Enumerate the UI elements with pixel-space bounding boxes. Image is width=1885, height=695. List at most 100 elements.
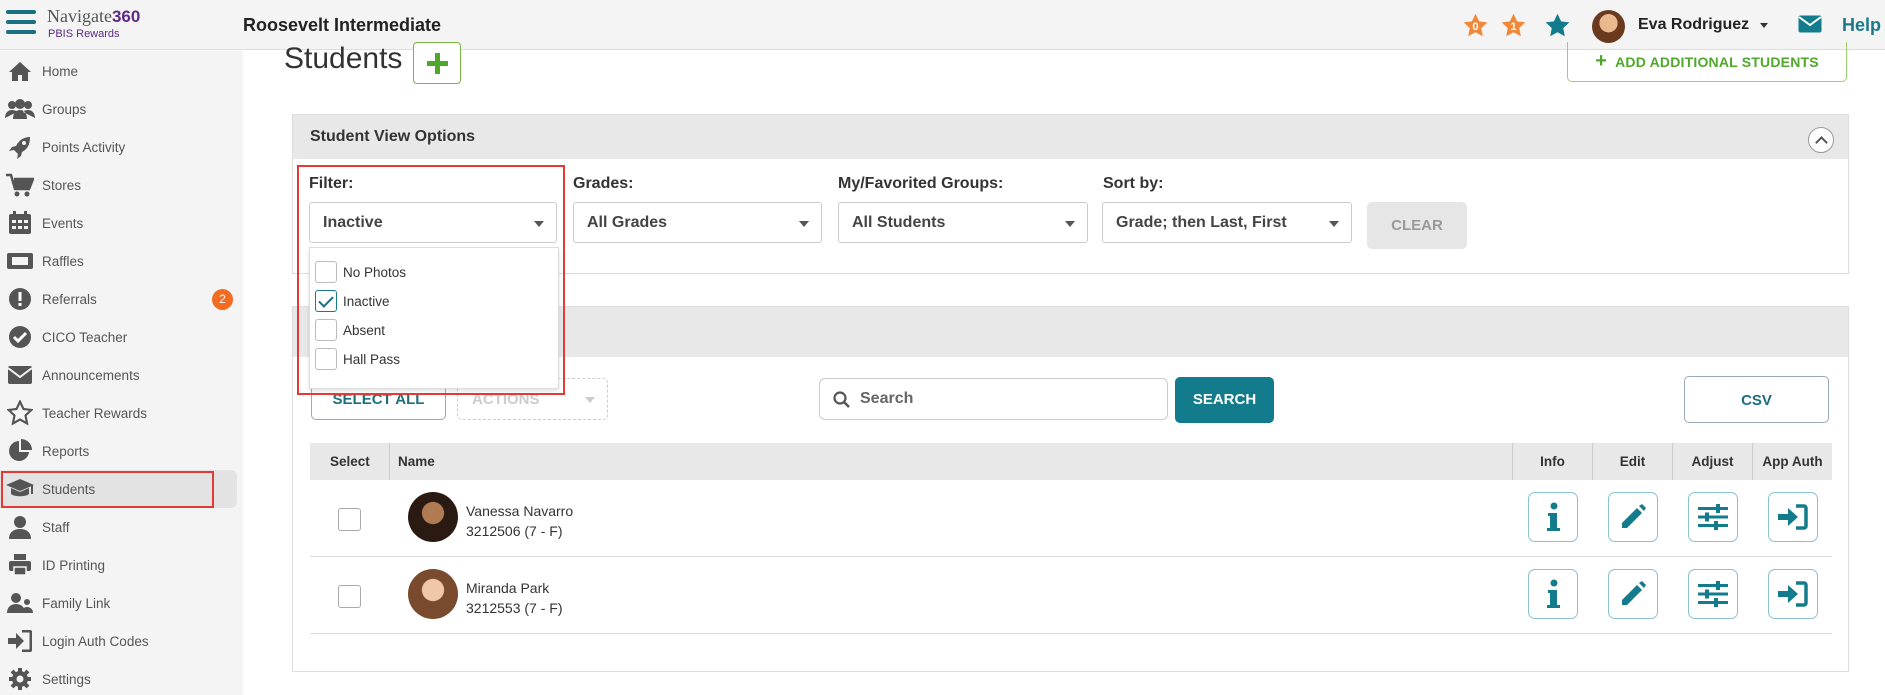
clear-button[interactable]: CLEAR — [1367, 202, 1467, 249]
sidebar-item-reports[interactable]: Reports — [0, 432, 237, 470]
search-button[interactable]: SEARCH — [1175, 377, 1274, 423]
sidebar-item-settings[interactable]: Settings — [0, 660, 237, 695]
cart-icon — [5, 172, 35, 198]
adjust-button[interactable] — [1688, 492, 1738, 542]
column-header-edit: Edit — [1592, 443, 1672, 480]
column-header-name: Name — [389, 443, 435, 480]
info-button[interactable] — [1528, 569, 1578, 619]
pencil-icon — [1622, 504, 1646, 528]
table-row: Vanessa Navarro 3212506 (7 - F) — [310, 480, 1832, 557]
groups-select[interactable]: All Students — [838, 202, 1088, 243]
sidebar-item-label: Raffles — [42, 253, 84, 269]
add-additional-label: ADD ADDITIONAL STUDENTS — [1615, 53, 1819, 70]
sort-select[interactable]: Grade; then Last, First — [1102, 202, 1352, 243]
calendar-icon — [5, 210, 35, 236]
logo: Navigate360 PBIS Rewards — [47, 6, 140, 40]
star-icon — [5, 400, 35, 426]
sidebar-item-label: Staff — [42, 519, 70, 535]
student-name: Miranda Park — [466, 580, 550, 596]
home-icon — [5, 58, 35, 84]
sidebar-item-id-printing[interactable]: ID Printing — [0, 546, 237, 584]
star-badge-icon[interactable]: 1 — [1500, 12, 1527, 39]
column-header-adjust: Adjust — [1672, 443, 1752, 480]
plus-icon: + — [1595, 50, 1608, 72]
user-avatar[interactable] — [1592, 10, 1625, 43]
search-input[interactable] — [860, 387, 1150, 411]
sort-value: Grade; then Last, First — [1116, 214, 1287, 231]
table-header: Select Name Info Edit Adjust App Auth — [310, 443, 1832, 480]
check-circle-icon — [5, 324, 35, 350]
star-badge-icon[interactable]: 0 — [1462, 12, 1489, 39]
pie-chart-icon — [5, 438, 35, 464]
info-icon — [1547, 579, 1560, 608]
chevron-down-icon[interactable] — [1760, 23, 1768, 28]
row-select-checkbox[interactable] — [338, 585, 361, 608]
chevron-down-icon — [1329, 221, 1339, 227]
sliders-icon — [1698, 504, 1728, 530]
search-field[interactable] — [819, 378, 1168, 420]
add-additional-students-button[interactable]: + ADD ADDITIONAL STUDENTS — [1567, 42, 1847, 82]
sidebar-item-label: Points Activity — [42, 139, 126, 155]
app-auth-button[interactable] — [1768, 492, 1818, 542]
sidebar-item-events[interactable]: Events — [0, 204, 237, 242]
sign-in-icon — [1778, 504, 1808, 530]
sidebar-item-cico-teacher[interactable]: CICO Teacher — [0, 318, 237, 356]
groups-value: All Students — [852, 214, 946, 231]
sidebar-item-family-link[interactable]: Family Link — [0, 584, 237, 622]
adjust-button[interactable] — [1688, 569, 1738, 619]
school-name: Roosevelt Intermediate — [243, 15, 442, 35]
sign-in-icon — [1778, 581, 1808, 607]
pencil-icon — [1622, 581, 1646, 605]
student-id: 3212506 (7 - F) — [466, 523, 563, 539]
logo-text: Navigate — [47, 6, 112, 26]
student-avatar — [408, 569, 458, 619]
groups-icon — [5, 96, 35, 122]
sidebar-item-label: Home — [42, 63, 79, 79]
sidebar-item-staff[interactable]: Staff — [0, 508, 237, 546]
sidebar: Home Groups Points Activity Stores Event… — [0, 51, 243, 695]
help-link[interactable]: Help — [1842, 15, 1881, 36]
sidebar-item-raffles[interactable]: Raffles — [0, 242, 237, 280]
sidebar-item-announcements[interactable]: Announcements — [0, 356, 237, 394]
svg-text:1: 1 — [1510, 21, 1516, 33]
edit-button[interactable] — [1608, 569, 1658, 619]
svg-text:0: 0 — [1472, 21, 1478, 33]
edit-button[interactable] — [1608, 492, 1658, 542]
sidebar-item-label: Login Auth Codes — [42, 633, 149, 649]
sidebar-item-home[interactable]: Home — [0, 52, 237, 90]
logo-number: 360 — [111, 7, 141, 26]
hamburger-menu-icon[interactable] — [6, 10, 36, 38]
sidebar-item-label: Events — [42, 215, 84, 231]
sidebar-item-label: ID Printing — [42, 557, 106, 573]
sidebar-item-login-auth-codes[interactable]: Login Auth Codes — [0, 622, 237, 660]
sidebar-item-points-activity[interactable]: Points Activity — [0, 128, 237, 166]
sidebar-item-groups[interactable]: Groups — [0, 90, 237, 128]
app-auth-button[interactable] — [1768, 569, 1818, 619]
row-select-checkbox[interactable] — [338, 508, 361, 531]
sidebar-item-label: Stores — [42, 177, 82, 193]
user-name[interactable]: Eva Rodriguez — [1638, 16, 1749, 34]
column-header-select: Select — [330, 454, 370, 469]
collapse-chevron-up-icon[interactable] — [1808, 127, 1834, 153]
info-button[interactable] — [1528, 492, 1578, 542]
referrals-count-badge: 2 — [212, 289, 233, 310]
ticket-icon — [5, 248, 35, 274]
sidebar-item-teacher-rewards[interactable]: Teacher Rewards — [0, 394, 237, 432]
star-icon[interactable] — [1544, 12, 1571, 39]
grades-select[interactable]: All Grades — [573, 202, 822, 243]
add-student-button[interactable] — [413, 42, 461, 84]
sidebar-item-referrals[interactable]: Referrals 2 — [0, 280, 237, 318]
sort-label: Sort by: — [1103, 175, 1164, 192]
page-title: Students — [284, 42, 403, 75]
csv-button[interactable]: CSV — [1684, 376, 1829, 423]
mail-icon[interactable] — [1798, 15, 1822, 33]
column-header-app-auth: App Auth — [1752, 443, 1832, 480]
alert-icon — [5, 286, 35, 312]
family-icon — [5, 590, 35, 616]
sidebar-item-stores[interactable]: Stores — [0, 166, 237, 204]
printer-icon — [5, 552, 35, 578]
sidebar-item-label: Reports — [42, 443, 90, 459]
student-avatar — [408, 492, 458, 542]
rocket-icon — [5, 134, 35, 160]
person-icon — [5, 514, 35, 540]
